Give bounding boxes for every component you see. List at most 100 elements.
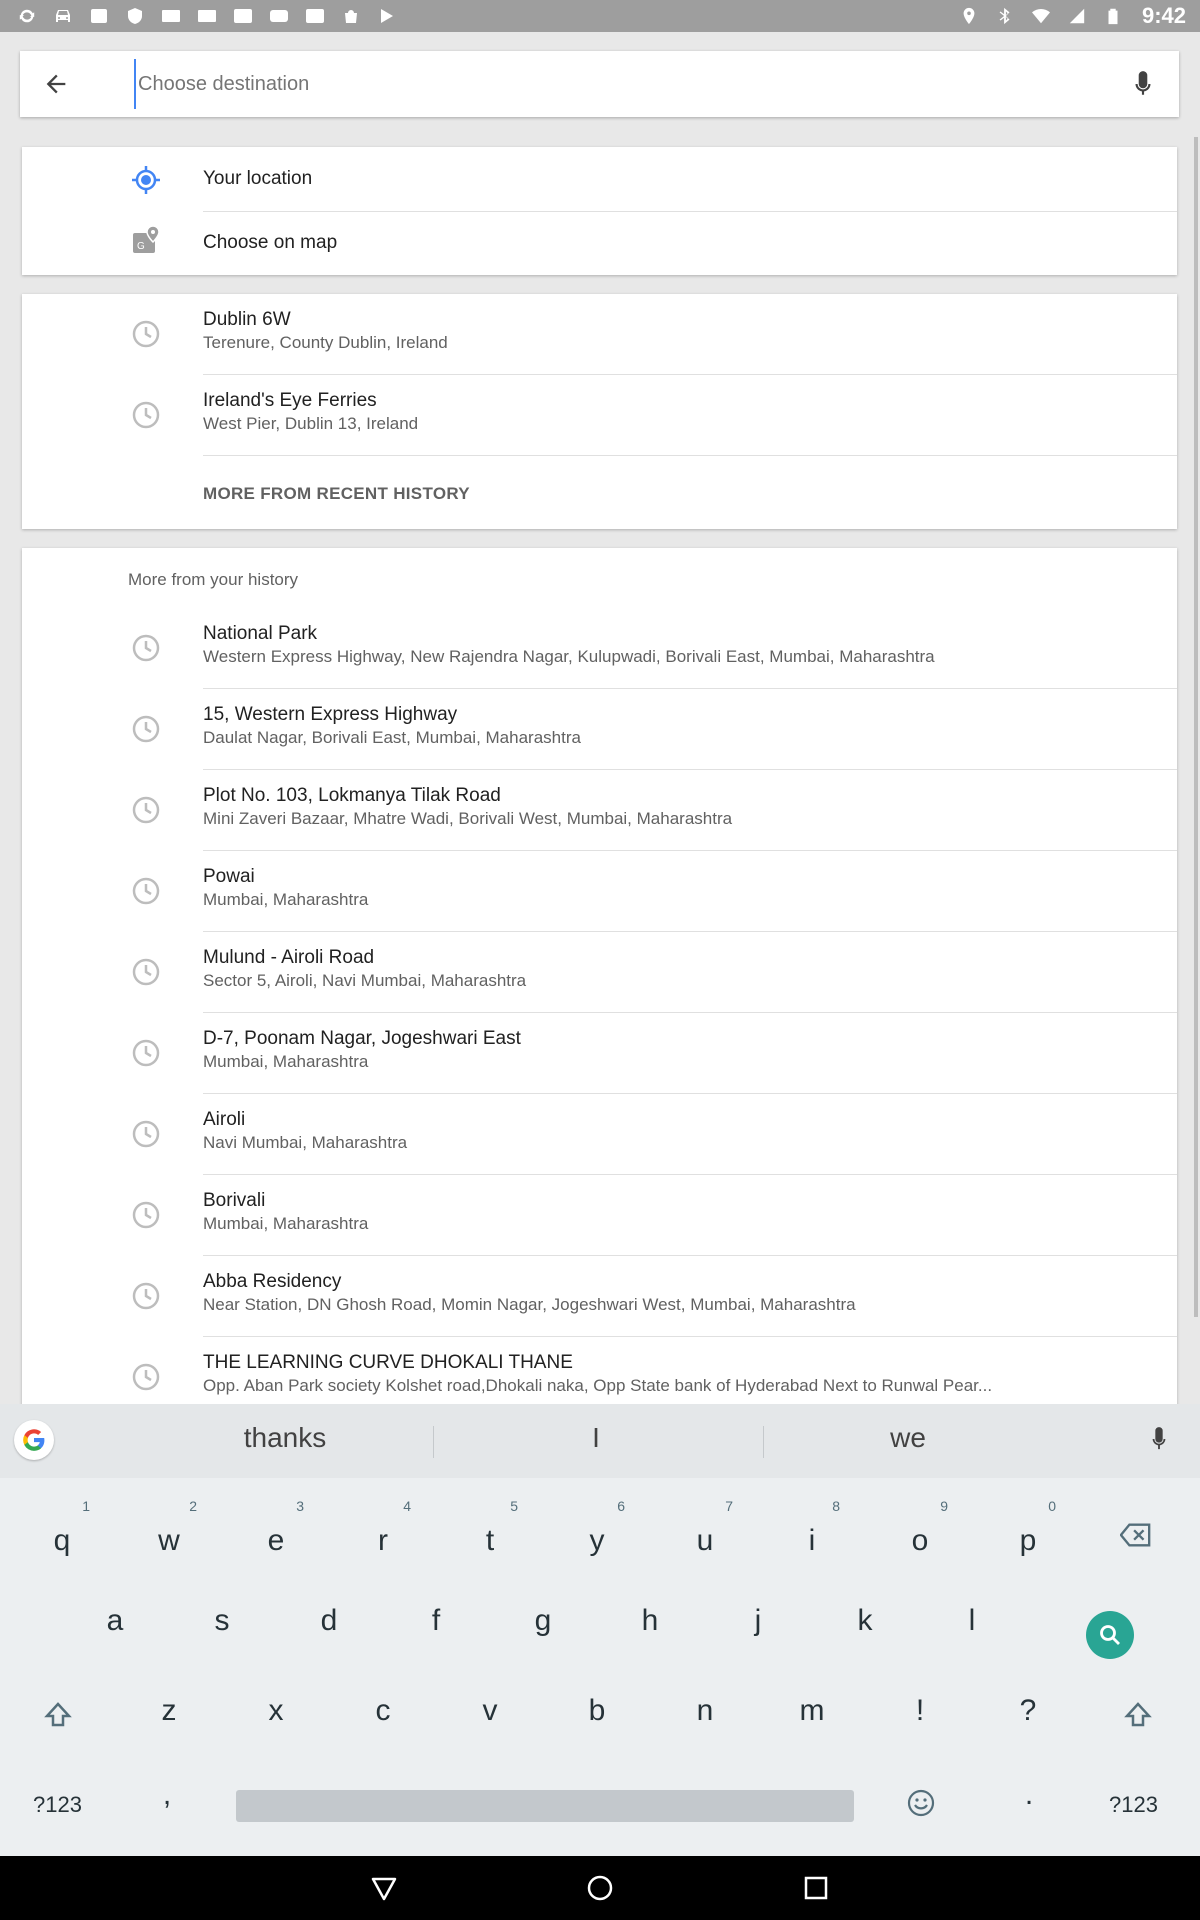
list-item[interactable]: Ireland's Eye Ferries West Pier, Dublin … (22, 375, 1177, 456)
backspace-key[interactable] (1119, 1522, 1152, 1554)
letter-key[interactable]: v (450, 1694, 530, 1728)
suggestion-item[interactable]: I (496, 1422, 696, 1454)
navigation-bar (0, 1856, 1200, 1920)
key-label: i (808, 1524, 816, 1557)
scrollbar[interactable] (1194, 137, 1198, 1317)
letter-key[interactable]: f (396, 1604, 476, 1638)
letter-key[interactable]: k (825, 1604, 905, 1638)
home-nav-button[interactable] (584, 1872, 616, 1904)
letter-key[interactable]: c (343, 1694, 423, 1728)
key-label: t (485, 1524, 495, 1557)
history-card: More from your history National Park West… (22, 548, 1177, 1408)
letter-key[interactable]: ? (988, 1694, 1068, 1728)
comma-key[interactable]: , (127, 1778, 207, 1812)
letter-key[interactable]: b (557, 1694, 637, 1728)
destination-input[interactable] (134, 59, 1107, 109)
letter-key[interactable]: w2 (129, 1498, 209, 1558)
item-title: D-7, Poonam Nagar, Jogeshwari East (203, 1028, 521, 1049)
notification-icons (16, 7, 398, 25)
item-subtitle: West Pier, Dublin 13, Ireland (203, 414, 419, 433)
suggestion-item[interactable]: we (808, 1422, 1008, 1454)
item-subtitle: Mini Zaveri Bazaar, Mhatre Wadi, Borival… (203, 809, 733, 828)
key-label: g (534, 1604, 552, 1637)
google-icon[interactable] (14, 1420, 54, 1460)
back-button[interactable] (20, 51, 92, 117)
period-key[interactable]: . (989, 1778, 1069, 1812)
letter-key[interactable]: s (182, 1604, 262, 1638)
key-hint: 5 (510, 1498, 518, 1514)
recents-nav-button[interactable] (800, 1872, 832, 1904)
item-title: Airoli (203, 1109, 246, 1130)
key-label: f (431, 1604, 441, 1637)
emoji-key[interactable] (906, 1788, 936, 1824)
sync-icon (16, 7, 38, 25)
list-item[interactable]: Dublin 6W Terenure, County Dublin, Irela… (22, 294, 1177, 375)
list-item[interactable]: THE LEARNING CURVE DHOKALI THANE Opp. Aba… (22, 1337, 1177, 1408)
shield-icon (124, 7, 146, 25)
symbols-key[interactable]: ?123 (33, 1792, 82, 1818)
voice-search-button[interactable] (1107, 51, 1179, 117)
list-item[interactable]: Mulund - Airoli Road Sector 5, Airoli, Na… (22, 932, 1177, 1013)
mic-icon (1152, 1427, 1166, 1450)
letter-key[interactable]: t5 (450, 1498, 530, 1558)
key-hint: 6 (617, 1498, 625, 1514)
keyboard-mic-button[interactable] (1148, 1424, 1170, 1459)
square-recents-icon (804, 1876, 828, 1900)
back-nav-button[interactable] (368, 1872, 400, 1904)
more-recent-history-button[interactable]: MORE FROM RECENT HISTORY (203, 484, 470, 504)
letter-key[interactable]: g (503, 1604, 583, 1638)
letter-key[interactable]: q1 (22, 1498, 102, 1558)
history-list: National Park Western Express Highway, Ne… (22, 608, 1177, 1408)
key-label: w (158, 1524, 180, 1557)
letter-key[interactable]: m (772, 1694, 852, 1728)
letter-key[interactable]: j (718, 1604, 798, 1638)
search-key[interactable] (1086, 1611, 1134, 1659)
letter-key[interactable]: l (932, 1604, 1012, 1638)
list-item[interactable]: Borivali Mumbai, Maharashtra (22, 1175, 1177, 1256)
key-hint: 4 (403, 1498, 411, 1514)
item-subtitle: Terenure, County Dublin, Ireland (203, 333, 448, 352)
list-item[interactable]: Airoli Navi Mumbai, Maharashtra (22, 1094, 1177, 1175)
backspace-icon (1119, 1523, 1151, 1547)
letter-key[interactable]: ! (880, 1694, 960, 1728)
choose-on-map-option[interactable]: G Choose on map (22, 211, 1177, 275)
letter-key[interactable]: z (129, 1694, 209, 1728)
history-clock-icon (127, 633, 165, 663)
letter-key[interactable]: r4 (343, 1498, 423, 1558)
letter-key[interactable]: y6 (557, 1498, 637, 1558)
symbols-key-right[interactable]: ?123 (1109, 1792, 1158, 1818)
suggestion-item[interactable]: thanks (185, 1422, 385, 1454)
key-label: u (696, 1524, 714, 1557)
image-icon (88, 7, 110, 25)
bag-icon (340, 7, 362, 25)
your-location-option[interactable]: Your location (22, 147, 1177, 211)
search-bar (20, 51, 1179, 117)
item-title: Mulund - Airoli Road (203, 947, 375, 968)
list-item[interactable]: Abba Residency Near Station, DN Ghosh Roa… (22, 1256, 1177, 1337)
letter-key[interactable]: a (75, 1604, 155, 1638)
key-hint: 3 (296, 1498, 304, 1514)
key-label: q (53, 1524, 71, 1557)
divider (203, 455, 1177, 456)
letter-key[interactable]: e3 (236, 1498, 316, 1558)
space-key[interactable] (236, 1790, 854, 1822)
key-hint: 2 (189, 1498, 197, 1514)
list-item[interactable]: Plot No. 103, Lokmanya Tilak Road Mini Za… (22, 770, 1177, 851)
letter-key[interactable]: n (665, 1694, 745, 1728)
list-item[interactable]: Powai Mumbai, Maharashtra (22, 851, 1177, 932)
letter-key[interactable]: x (236, 1694, 316, 1728)
letter-key[interactable]: i8 (772, 1498, 852, 1558)
history-clock-icon (127, 1200, 165, 1230)
list-item[interactable]: National Park Western Express Highway, Ne… (22, 608, 1177, 689)
letter-key[interactable]: p0 (988, 1498, 1068, 1558)
shift-key[interactable] (44, 1701, 72, 1735)
shift-key-right[interactable] (1124, 1701, 1152, 1735)
letter-key[interactable]: o9 (880, 1498, 960, 1558)
letter-key[interactable]: u7 (665, 1498, 745, 1558)
item-title: Dublin 6W (203, 309, 291, 330)
list-item[interactable]: D-7, Poonam Nagar, Jogeshwari East Mumbai… (22, 1013, 1177, 1094)
letter-key[interactable]: h (610, 1604, 690, 1638)
letter-key[interactable]: d (289, 1604, 369, 1638)
list-item[interactable]: 15, Western Express Highway Daulat Nagar,… (22, 689, 1177, 770)
key-label: z (161, 1694, 177, 1727)
